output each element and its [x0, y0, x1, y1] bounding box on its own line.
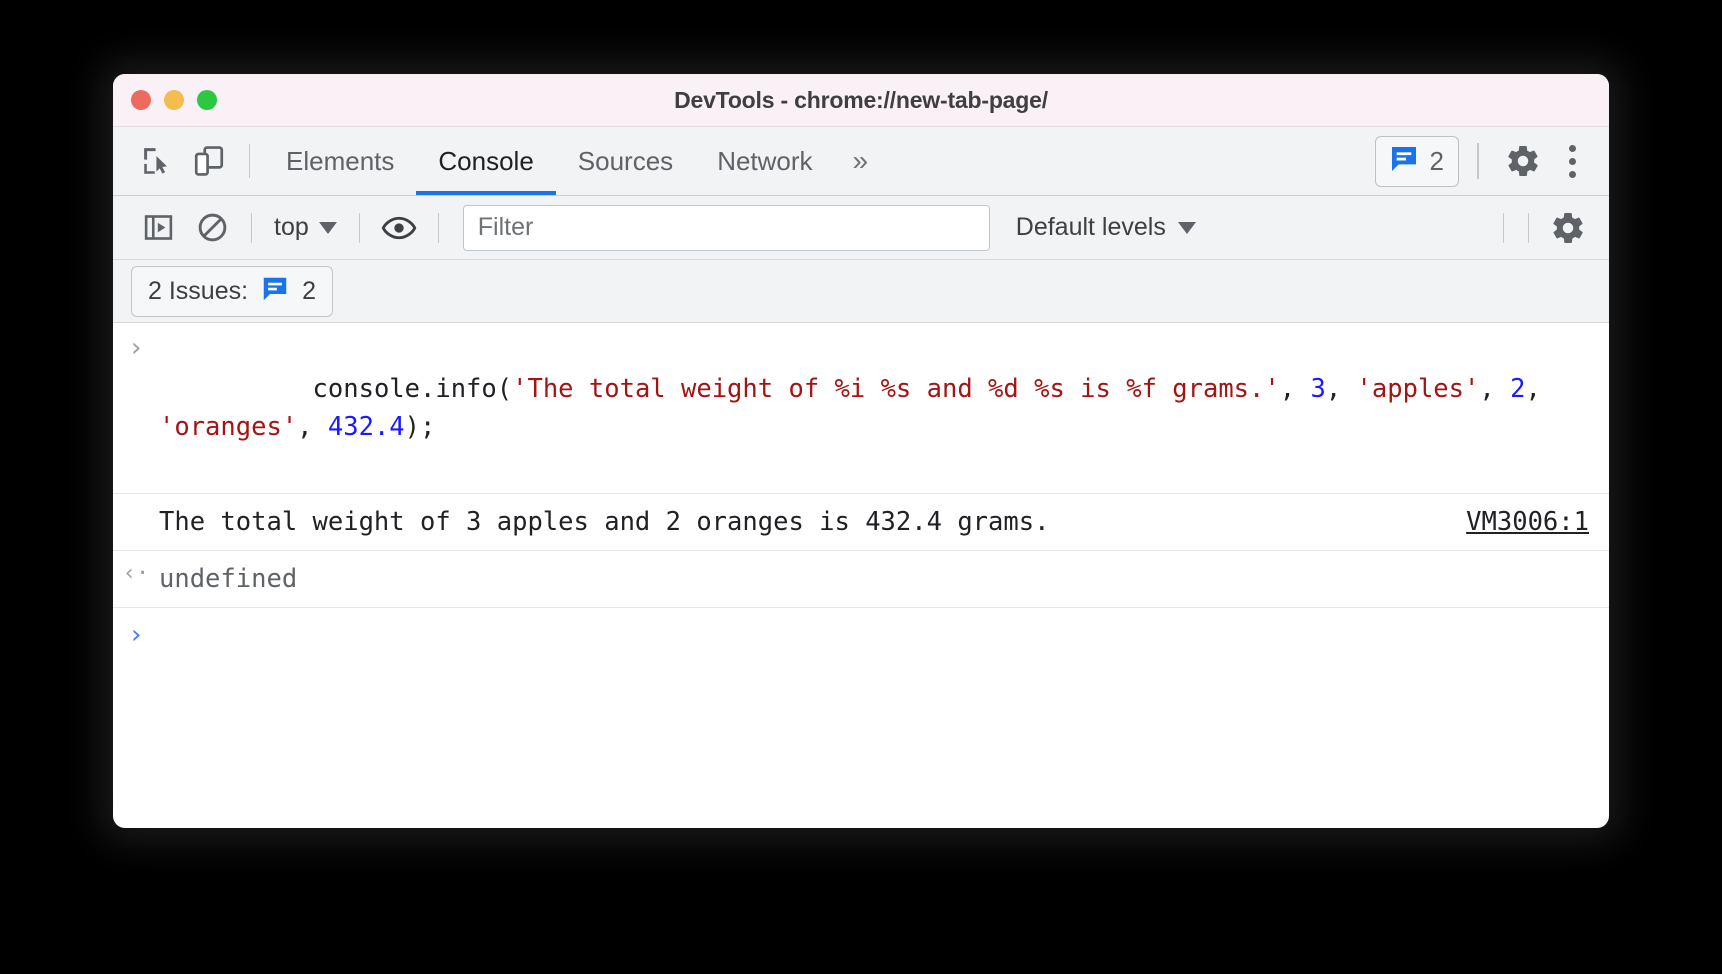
- tabbar-actions: 2: [1374, 135, 1609, 187]
- console-message-list: › console.info('The total weight of %i %…: [113, 323, 1609, 670]
- console-input-code: console.info('The total weight of %i %s …: [159, 332, 1609, 484]
- devtools-window: DevTools - chrome://new-tab-page/ Elemen: [113, 74, 1609, 828]
- console-result-text: undefined: [159, 564, 298, 594]
- close-window-button[interactable]: [131, 90, 151, 110]
- console-output-row: The total weight of 3 apples and 2 orang…: [159, 503, 1609, 541]
- code-token: ,: [1279, 374, 1311, 404]
- console-sidebar-icon[interactable]: [131, 204, 185, 252]
- filter-placeholder: Filter: [477, 213, 534, 241]
- log-level-label: Default levels: [1015, 213, 1166, 241]
- console-result-message: ‹· undefined: [113, 551, 1609, 608]
- window-controls: [131, 74, 217, 126]
- code-token: 2: [1510, 374, 1526, 404]
- issues-message-icon: [1388, 143, 1420, 180]
- chevron-down-icon: [318, 221, 337, 234]
- code-token: 'The total weight of %i %s and %d %s is …: [512, 374, 1280, 404]
- kebab-menu-icon[interactable]: [1549, 135, 1595, 187]
- tabbar-divider: [249, 144, 250, 178]
- chevron-left-return-icon: ‹·: [122, 561, 150, 586]
- console-prompt[interactable]: ›: [113, 608, 1609, 670]
- execution-context-selector[interactable]: top: [264, 213, 347, 242]
- code-token: );: [404, 412, 436, 442]
- issues-message-icon: [260, 274, 290, 309]
- console-toolbar-divider-4: [1503, 212, 1504, 243]
- devtools-tabbar: Elements Console Sources Network » 2: [113, 127, 1609, 196]
- chevron-right-icon: ›: [128, 333, 144, 363]
- console-result-gutter: ‹·: [113, 560, 159, 585]
- chevron-down-icon: [1177, 221, 1196, 234]
- minimize-window-button[interactable]: [164, 90, 184, 110]
- clear-console-icon[interactable]: [185, 204, 239, 252]
- filter-input[interactable]: Filter: [462, 204, 990, 251]
- console-input-gutter: ›: [113, 332, 159, 361]
- tabbar-actions-divider: [1477, 143, 1479, 179]
- console-toolbar-divider-5: [1528, 212, 1529, 243]
- code-token: 3: [1310, 374, 1326, 404]
- code-token: ,: [297, 412, 328, 442]
- screenshot-root: DevTools - chrome://new-tab-page/ Elemen: [0, 0, 1722, 974]
- inspect-element-icon[interactable]: [131, 135, 183, 187]
- issues-bar-label: 2 Issues:: [148, 276, 249, 305]
- console-prompt-gutter: ›: [113, 619, 159, 648]
- tab-sources[interactable]: Sources: [556, 127, 695, 195]
- more-tabs-icon[interactable]: »: [835, 145, 887, 177]
- gear-icon[interactable]: [1541, 204, 1595, 252]
- console-toolbar: top Filter Default levels: [113, 196, 1609, 260]
- tab-network[interactable]: Network: [695, 127, 834, 195]
- issues-bar: 2 Issues: 2: [113, 260, 1609, 323]
- execution-context-label: top: [274, 213, 309, 241]
- issues-bar-button[interactable]: 2 Issues: 2: [131, 265, 333, 317]
- log-level-selector[interactable]: Default levels: [1016, 213, 1196, 242]
- code-token: ,: [1525, 374, 1557, 404]
- tab-elements[interactable]: Elements: [264, 127, 416, 195]
- issues-badge-count: 2: [1429, 145, 1444, 176]
- device-toolbar-icon[interactable]: [183, 135, 235, 187]
- console-output-text: The total weight of 3 apples and 2 orang…: [159, 507, 1050, 537]
- console-toolbar-actions: [1491, 204, 1595, 252]
- chevron-right-icon: ›: [128, 620, 144, 650]
- console-output-gutter: [113, 503, 159, 506]
- console-input-message[interactable]: › console.info('The total weight of %i %…: [113, 323, 1609, 494]
- code-token: 'oranges': [159, 412, 298, 442]
- console-output-message: The total weight of 3 apples and 2 orang…: [113, 494, 1609, 551]
- window-title: DevTools - chrome://new-tab-page/: [674, 86, 1048, 113]
- console-toolbar-divider-2: [358, 212, 360, 243]
- console-toolbar-divider-1: [251, 212, 252, 243]
- code-token: ,: [1479, 374, 1511, 404]
- tab-console[interactable]: Console: [416, 127, 555, 195]
- window-titlebar: DevTools - chrome://new-tab-page/: [113, 74, 1609, 127]
- code-token: ,: [1325, 374, 1357, 404]
- zoom-window-button[interactable]: [197, 90, 217, 110]
- code-token: console.info(: [312, 374, 513, 404]
- console-toolbar-divider-3: [437, 212, 439, 243]
- code-token: 'apples': [1356, 374, 1480, 404]
- code-token: 432.4: [327, 412, 405, 442]
- live-expression-eye-icon[interactable]: [372, 204, 426, 252]
- issues-bar-count: 2: [302, 276, 316, 305]
- source-link[interactable]: VM3006:1: [1466, 503, 1589, 541]
- issues-badge-button[interactable]: 2: [1374, 135, 1459, 187]
- gear-icon[interactable]: [1497, 135, 1549, 187]
